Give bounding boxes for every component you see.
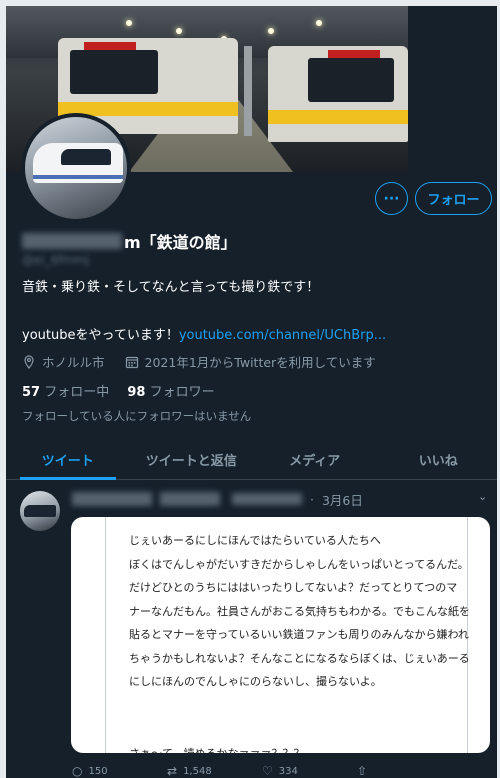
- display-name: m「鉄道の館」: [22, 230, 237, 252]
- like-button[interactable]: ♡ 334: [262, 764, 357, 778]
- location-icon: [22, 354, 36, 369]
- following-label: フォロー中: [44, 385, 110, 400]
- banner-light: [126, 20, 132, 26]
- share-button[interactable]: ⇧: [357, 764, 452, 778]
- user-handle: @ei_6fmmj: [22, 253, 89, 267]
- retweet-count: 1,548: [183, 765, 212, 777]
- display-name-text: m「鉄道の館」: [124, 233, 237, 252]
- share-icon: ⇧: [357, 764, 368, 778]
- tab-tweets-and-replies[interactable]: ツイートと返信: [130, 440, 254, 479]
- following-link[interactable]: 57 フォロー中: [22, 385, 109, 400]
- profile-meta: ホノルル市 2021年1月からTwitterを利用しています: [22, 352, 376, 371]
- reply-count: 150: [88, 765, 108, 777]
- image-text-line: にしにほんのでんしゃにのらないし、撮らないよ。: [129, 675, 382, 688]
- bio-line: 音鉄・乗り鉄・そしてなんと言っても撮り鉄です！: [22, 280, 320, 295]
- blurred-tweet-handle: [232, 493, 302, 505]
- image-text-line: じぇいあーるにしにほんではたらいている人たちへ: [129, 534, 381, 547]
- mutual-followers-note: フォローしている人にフォロワーはいません: [22, 409, 252, 423]
- banner-train-right: [268, 46, 408, 142]
- followers-label: フォロワー: [149, 385, 215, 400]
- banner-side: [408, 6, 500, 172]
- image-text-line: ぼくはでんしゃがだいすきだからしゃしんをいっぱいとってるんだ。: [129, 557, 469, 571]
- heart-icon: ♡: [262, 764, 273, 778]
- image-text-last-line: さぁ〜て、読めるかなァァァ？？？: [129, 746, 305, 754]
- profile-avatar[interactable]: [21, 113, 131, 223]
- tweet-avatar[interactable]: [20, 491, 60, 531]
- like-count: 334: [278, 765, 298, 777]
- banner-pillar: [244, 46, 252, 136]
- tab-likes[interactable]: いいね: [377, 440, 500, 479]
- youtube-link[interactable]: youtube.com/channel/UChBrp...: [179, 328, 386, 343]
- follow-counts: 57 フォロー中 98 フォロワー: [22, 381, 215, 400]
- location-text: ホノルル市: [42, 355, 105, 370]
- image-text-gap: [129, 694, 429, 742]
- blurred-tweet-name-2: [160, 492, 220, 506]
- following-count: 57: [22, 385, 41, 400]
- bio-line-youtube: youtubeをやっています！youtube.com/channel/UChBr…: [22, 324, 386, 343]
- joined-text: 2021年1月からTwitterを利用しています: [144, 355, 376, 370]
- followers-count: 98: [127, 385, 146, 400]
- tweet-image[interactable]: じぇいあーるにしにほんではたらいている人たちへ ぼくはでんしゃがだいすきだからし…: [71, 517, 490, 753]
- banner-light: [316, 20, 322, 26]
- banner-light: [268, 28, 274, 34]
- image-text-line: 貼るとマナーを守っているいい鉄道ファンも周りのみんなから嫌われ: [129, 628, 469, 641]
- bio-text: youtubeをやっています！: [22, 328, 179, 343]
- profile-tabs: ツイート ツイートと返信 メディア いいね: [6, 440, 500, 480]
- user-handle-text: @ei_6fmmj: [22, 253, 90, 267]
- tweet-image-text: じぇいあーるにしにほんではたらいている人たちへ ぼくはでんしゃがだいすきだからし…: [129, 529, 470, 754]
- image-border-left: [105, 517, 106, 753]
- banner-light: [176, 28, 182, 34]
- retweet-icon: ⇄: [167, 764, 178, 778]
- tweet-header: · 3月6日: [72, 489, 492, 509]
- image-text-line: だけどひとのうちにははいったりしてないよ？だってとりてつのマ: [129, 581, 458, 594]
- blurred-tweet-name: [72, 492, 152, 506]
- more-options-button[interactable]: ···: [375, 182, 408, 215]
- tab-media[interactable]: メディア: [253, 440, 377, 479]
- blurred-name: [22, 233, 122, 249]
- tweet-actions: ○ 150 ⇄ 1,548 ♡ 334 ⇧: [72, 764, 452, 778]
- tweet-separator: ·: [310, 491, 314, 507]
- retweet-button[interactable]: ⇄ 1,548: [167, 764, 262, 778]
- reply-icon: ○: [72, 764, 83, 778]
- image-text-line: ナーなんだもん。社員さんがおこる気持ちもわかる。でもこんな紙を: [129, 604, 470, 618]
- image-text-line: ちゃうかもしれないよ？そんなことになるならぼくは、じぇいあーる: [129, 651, 470, 665]
- follow-button[interactable]: フォロー: [415, 182, 492, 215]
- reply-button[interactable]: ○ 150: [72, 764, 167, 778]
- tab-tweets[interactable]: ツイート: [6, 440, 130, 480]
- tweet-date[interactable]: 3月6日: [322, 490, 363, 509]
- chevron-down-icon[interactable]: ⌄: [478, 490, 487, 503]
- followers-link[interactable]: 98 フォロワー: [127, 385, 214, 400]
- calendar-icon: [125, 355, 139, 369]
